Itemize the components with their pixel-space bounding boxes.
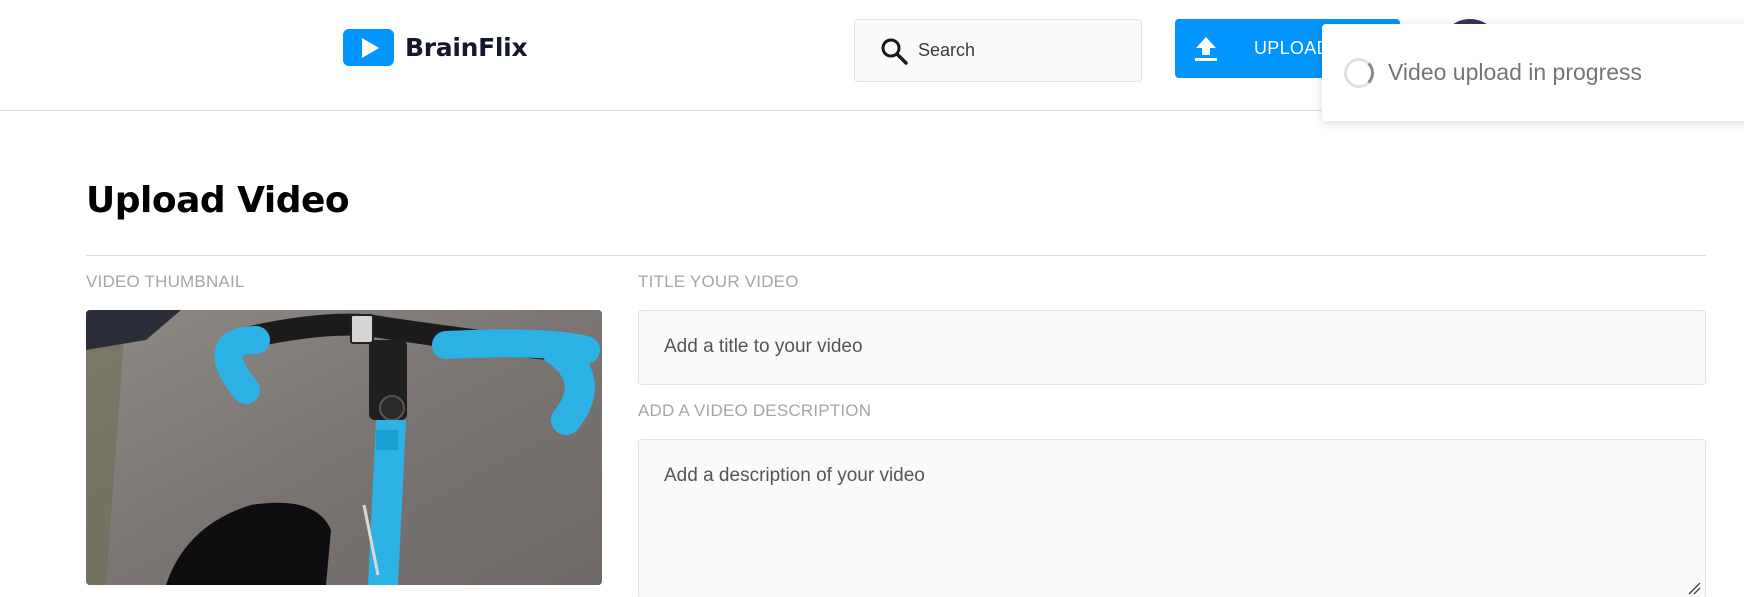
title-label: TITLE YOUR VIDEO — [638, 272, 799, 291]
search-placeholder: Search — [918, 40, 976, 60]
upload-icon — [1195, 36, 1217, 61]
description-placeholder: Add a description of your video — [664, 465, 925, 486]
search-icon — [881, 38, 908, 65]
upload-progress-toast: Video upload in progress — [1322, 24, 1744, 121]
page-title: Upload Video — [86, 180, 350, 221]
video-thumbnail — [86, 310, 602, 585]
title-placeholder: Add a title to your video — [664, 336, 863, 357]
toast-message: Video upload in progress — [1388, 59, 1643, 85]
resize-handle-icon[interactable] — [1687, 581, 1701, 595]
thumbnail-label: VIDEO THUMBNAIL — [86, 272, 245, 291]
spinner-icon — [1344, 57, 1374, 88]
description-label: ADD A VIDEO DESCRIPTION — [638, 401, 872, 420]
brand-name: BrainFlix — [405, 33, 528, 62]
brainflix-logo[interactable]: BrainFlix — [343, 29, 528, 66]
search-input[interactable]: Search — [854, 19, 1142, 82]
upload-button-label: UPLOAD — [1254, 38, 1330, 58]
divider — [86, 255, 1706, 256]
title-input[interactable]: Add a title to your video — [638, 310, 1706, 385]
play-icon — [343, 29, 394, 66]
description-input[interactable]: Add a description of your video — [638, 439, 1706, 597]
